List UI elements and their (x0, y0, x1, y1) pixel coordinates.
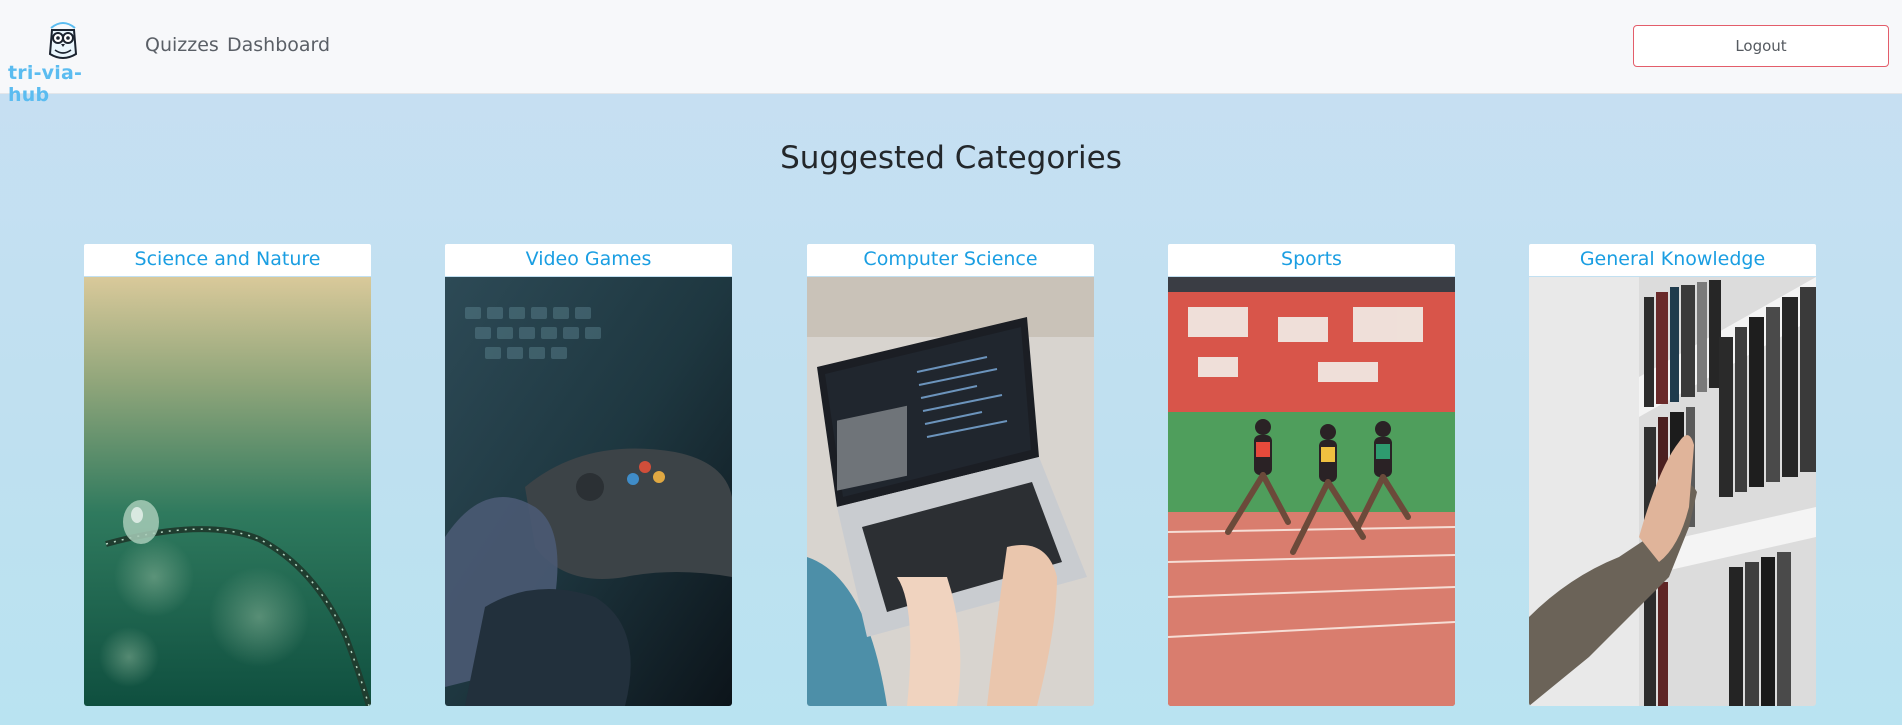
laptop-code-photo-icon (807, 277, 1094, 706)
category-image-sprinters[interactable] (1168, 277, 1455, 706)
category-title[interactable]: Video Games (445, 244, 732, 276)
category-card-computer-science[interactable]: Computer Science (807, 244, 1094, 706)
navbar: tri-via-hub Quizzes Dashboard Logout (0, 0, 1902, 106)
page-title: Suggested Categories (780, 140, 1122, 176)
nav-link-dashboard[interactable]: Dashboard (227, 34, 330, 56)
category-image-game-controller[interactable] (445, 277, 732, 706)
category-image-water-droplet[interactable] (84, 277, 371, 706)
nav-link-quizzes[interactable]: Quizzes (145, 34, 219, 56)
brand-logo-link[interactable]: tri-via-hub (8, 18, 116, 106)
sprinters-photo-icon (1168, 277, 1455, 706)
bookshelf-photo-icon (1529, 277, 1816, 706)
category-card-sports[interactable]: Sports (1168, 244, 1455, 706)
category-title[interactable]: Computer Science (807, 244, 1094, 276)
category-card-general-knowledge[interactable]: General Knowledge (1529, 244, 1816, 706)
category-title[interactable]: Sports (1168, 244, 1455, 276)
category-card-video-games[interactable]: Video Games (445, 244, 732, 706)
brand-name: tri-via-hub (8, 62, 83, 106)
category-title[interactable]: General Knowledge (1529, 244, 1816, 276)
category-title[interactable]: Science and Nature (84, 244, 371, 276)
water-droplet-photo-icon (84, 277, 371, 706)
owl-logo-icon (48, 22, 78, 59)
category-card-science-and-nature[interactable]: Science and Nature (84, 244, 371, 706)
game-controller-photo-icon (445, 277, 732, 706)
category-image-laptop[interactable] (807, 277, 1094, 706)
category-image-bookshelf[interactable] (1529, 277, 1816, 706)
logout-button[interactable]: Logout (1633, 25, 1889, 67)
